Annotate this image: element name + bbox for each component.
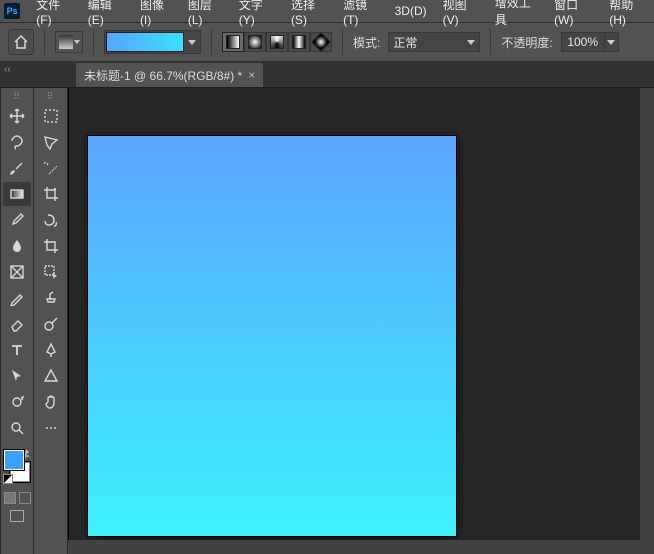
reflected-gradient-icon xyxy=(292,35,306,49)
toolbar-primary: ⠿ xyxy=(0,88,34,554)
gradient-type-group xyxy=(222,32,332,52)
chevron-down-icon xyxy=(74,40,80,44)
opacity-label: 不透明度: xyxy=(501,34,552,51)
canvas-border xyxy=(68,88,69,554)
chevron-down-icon xyxy=(188,40,196,45)
marquee-tool[interactable] xyxy=(37,104,65,128)
drag-handle-icon[interactable]: ⠿ xyxy=(34,92,67,100)
type-tool[interactable] xyxy=(3,338,31,362)
menu-layer[interactable]: 图层(L) xyxy=(180,0,231,30)
object-select-tool[interactable] xyxy=(37,260,65,284)
menu-edit[interactable]: 编辑(E) xyxy=(80,0,132,30)
standard-mode-button[interactable] xyxy=(4,492,16,504)
menu-filter[interactable]: 滤镜(T) xyxy=(335,0,387,30)
quick-mask-row xyxy=(4,492,31,504)
default-colors-icon[interactable] xyxy=(3,474,13,484)
polygon-lasso-tool[interactable] xyxy=(37,130,65,154)
menu-bar: Ps 文件(F) 编辑(E) 图像(I) 图层(L) 文字(Y) 选择(S) 滤… xyxy=(0,0,654,22)
screen-mode-button[interactable] xyxy=(10,510,24,522)
dodge-tool[interactable] xyxy=(37,312,65,336)
gradient-type-angle[interactable] xyxy=(266,32,288,52)
gradient-swatch xyxy=(106,32,184,52)
menu-window[interactable]: 窗口(W) xyxy=(546,0,601,30)
angle-gradient-icon xyxy=(270,35,284,49)
pen-tool[interactable] xyxy=(37,338,65,362)
diamond-gradient-icon xyxy=(311,32,331,52)
menu-view[interactable]: 视图(V) xyxy=(435,0,487,30)
gradient-tool[interactable] xyxy=(3,182,31,206)
document-canvas[interactable] xyxy=(88,136,456,536)
path-select-tool[interactable] xyxy=(3,364,31,388)
document-tabstrip: ‹‹ 未标题-1 @ 66.7%(RGB/8#) * × xyxy=(0,62,654,88)
document-tab[interactable]: 未标题-1 @ 66.7%(RGB/8#) * × xyxy=(76,63,263,87)
frame-tool[interactable] xyxy=(3,260,31,284)
divider xyxy=(342,29,343,55)
divider xyxy=(93,29,94,55)
menu-type[interactable]: 文字(Y) xyxy=(231,0,283,30)
gradient-type-radial[interactable] xyxy=(244,32,266,52)
patch-tool[interactable] xyxy=(37,208,65,232)
shape-tool[interactable] xyxy=(37,364,65,388)
gradient-icon xyxy=(59,35,73,49)
pencil-tool[interactable] xyxy=(3,286,31,310)
app-logo: Ps xyxy=(4,3,20,19)
tool-indicator[interactable] xyxy=(55,31,83,53)
divider xyxy=(211,29,212,55)
chevron-down-icon xyxy=(467,40,475,45)
vertical-scrollbar[interactable] xyxy=(640,88,654,540)
chevron-down-icon xyxy=(607,40,615,45)
foreground-color-swatch[interactable] xyxy=(4,450,24,470)
magic-wand-tool[interactable] xyxy=(37,156,65,180)
gradient-picker[interactable] xyxy=(104,30,201,54)
blend-mode-select[interactable]: 正常 xyxy=(388,32,480,52)
menu-help[interactable]: 帮助(H) xyxy=(601,0,654,30)
document-tab-title: 未标题-1 @ 66.7%(RGB/8#) * xyxy=(84,67,242,84)
menu-image[interactable]: 图像(I) xyxy=(132,0,180,30)
crop-plus-tool[interactable] xyxy=(37,182,65,206)
rotate-view-tool[interactable] xyxy=(3,390,31,414)
gradient-type-linear[interactable] xyxy=(222,32,244,52)
divider xyxy=(490,29,491,55)
close-icon[interactable]: × xyxy=(248,68,255,82)
linear-gradient-icon xyxy=(226,35,240,49)
screen-mode-row xyxy=(10,510,24,522)
quick-mask-button[interactable] xyxy=(19,492,31,504)
scrollbar-corner xyxy=(640,540,654,554)
opacity-dropdown[interactable] xyxy=(605,32,619,52)
hand-tool[interactable] xyxy=(37,390,65,414)
menu-plugins[interactable]: 增效工具 xyxy=(487,0,546,31)
canvas-area[interactable] xyxy=(68,88,654,554)
blend-mode-value: 正常 xyxy=(393,34,417,51)
eraser-tool[interactable] xyxy=(3,312,31,336)
move-tool[interactable] xyxy=(3,104,31,128)
more-tools[interactable] xyxy=(37,416,65,440)
panel-collapse-handle[interactable]: ‹‹ xyxy=(4,64,11,75)
workspace: ⠿ ⠿ xyxy=(0,88,654,554)
clone-stamp-tool[interactable] xyxy=(37,286,65,310)
color-swatches xyxy=(2,448,32,484)
opacity-input[interactable]: 100% xyxy=(561,32,605,52)
radial-gradient-icon xyxy=(248,35,262,49)
crop-tool[interactable] xyxy=(37,234,65,258)
lasso-tool[interactable] xyxy=(3,130,31,154)
gradient-type-diamond[interactable] xyxy=(310,32,332,52)
menu-select[interactable]: 选择(S) xyxy=(283,0,335,30)
gradient-type-reflected[interactable] xyxy=(288,32,310,52)
toolbar-secondary: ⠿ xyxy=(34,88,68,554)
opacity-control: 100% xyxy=(561,32,619,52)
horizontal-scrollbar[interactable] xyxy=(68,540,640,554)
home-icon xyxy=(13,34,29,50)
brush-tool[interactable] xyxy=(3,156,31,180)
menu-3d[interactable]: 3D(D) xyxy=(387,1,435,21)
eyedropper-tool[interactable] xyxy=(3,208,31,232)
home-button[interactable] xyxy=(8,29,34,55)
menu-file[interactable]: 文件(F) xyxy=(28,0,80,30)
zoom-tool[interactable] xyxy=(3,416,31,440)
drag-handle-icon[interactable]: ⠿ xyxy=(1,92,33,100)
mode-label: 模式: xyxy=(353,34,380,51)
divider xyxy=(44,29,45,55)
blur-tool[interactable] xyxy=(3,234,31,258)
